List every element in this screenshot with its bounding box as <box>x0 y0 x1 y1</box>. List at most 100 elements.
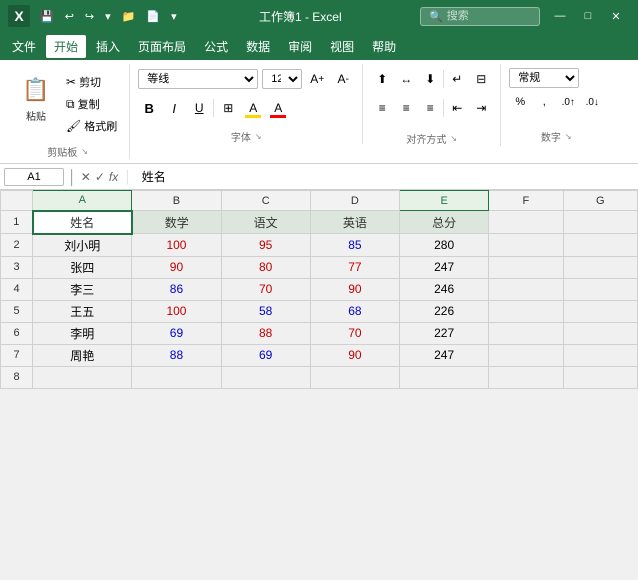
cut-button[interactable]: ✂ 剪切 <box>62 72 121 92</box>
close-button[interactable]: ✕ <box>602 5 630 27</box>
cell-E6[interactable]: 227 <box>400 322 489 344</box>
redo-button[interactable]: ↪ <box>81 8 98 25</box>
row-header-4[interactable]: 4 <box>1 278 33 300</box>
cell-C7[interactable]: 69 <box>221 344 310 366</box>
cell-F8[interactable] <box>489 366 563 388</box>
bold-button[interactable]: B <box>138 97 160 119</box>
col-header-C[interactable]: C <box>221 191 310 211</box>
cell-G4[interactable] <box>563 278 637 300</box>
cell-B6[interactable]: 69 <box>132 322 221 344</box>
cell-F3[interactable] <box>489 256 563 278</box>
more-button[interactable]: ▾ <box>101 8 115 25</box>
col-header-F[interactable]: F <box>489 191 563 211</box>
cell-G2[interactable] <box>563 234 637 257</box>
alignment-expand-icon[interactable]: ↘ <box>450 134 457 143</box>
paste-button[interactable]: 📋 粘贴 <box>14 68 58 127</box>
font-size-select[interactable]: 12 <box>262 69 302 89</box>
left-align-button[interactable]: ≡ <box>371 97 393 119</box>
indent-increase-button[interactable]: ⇥ <box>470 97 492 119</box>
middle-align-button[interactable]: ↔ <box>395 68 417 90</box>
cell-A4[interactable]: 李三 <box>33 278 132 300</box>
cell-F2[interactable] <box>489 234 563 257</box>
cell-A5[interactable]: 王五 <box>33 300 132 322</box>
cell-G7[interactable] <box>563 344 637 366</box>
menu-formula[interactable]: 公式 <box>196 35 236 58</box>
cell-E4[interactable]: 246 <box>400 278 489 300</box>
merge-button[interactable]: ⊟ <box>470 68 492 90</box>
cell-G8[interactable] <box>563 366 637 388</box>
maximize-button[interactable]: □ <box>574 5 602 27</box>
cancel-formula-icon[interactable]: ✕ <box>81 170 91 184</box>
formula-input[interactable] <box>138 168 634 186</box>
undo-button[interactable]: ↩ <box>61 8 78 25</box>
cell-A7[interactable]: 周艳 <box>33 344 132 366</box>
menu-review[interactable]: 审阅 <box>280 35 320 58</box>
cell-A2[interactable]: 刘小明 <box>33 234 132 257</box>
cell-B3[interactable]: 90 <box>132 256 221 278</box>
cell-G1[interactable] <box>563 211 637 234</box>
row-header-8[interactable]: 8 <box>1 366 33 388</box>
cell-A6[interactable]: 李明 <box>33 322 132 344</box>
cell-A1[interactable]: 姓名 <box>33 211 132 234</box>
cell-B8[interactable] <box>132 366 221 388</box>
increase-decimal-button[interactable]: .0↑ <box>557 91 579 113</box>
menu-page-layout[interactable]: 页面布局 <box>130 35 194 58</box>
border-button[interactable]: ⊞ <box>217 97 239 119</box>
col-header-E[interactable]: E <box>400 191 489 211</box>
cell-D7[interactable]: 90 <box>310 344 399 366</box>
cell-C8[interactable] <box>221 366 310 388</box>
number-expand-icon[interactable]: ↘ <box>565 132 572 141</box>
menu-home[interactable]: 开始 <box>46 35 86 58</box>
font-shrink-button[interactable]: A- <box>332 68 354 90</box>
minimize-button[interactable]: — <box>546 5 574 27</box>
confirm-formula-icon[interactable]: ✓ <box>95 170 105 184</box>
cell-E2[interactable]: 280 <box>400 234 489 257</box>
col-header-G[interactable]: G <box>563 191 637 211</box>
cell-A3[interactable]: 张四 <box>33 256 132 278</box>
indent-decrease-button[interactable]: ⇤ <box>446 97 468 119</box>
font-grow-button[interactable]: A+ <box>306 68 328 90</box>
cell-D8[interactable] <box>310 366 399 388</box>
cell-reference-input[interactable] <box>4 168 64 186</box>
save-button[interactable]: 💾 <box>36 8 58 25</box>
menu-help[interactable]: 帮助 <box>364 35 404 58</box>
top-align-button[interactable]: ⬆ <box>371 68 393 90</box>
search-box[interactable]: 🔍 <box>420 7 540 26</box>
wrap-text-button[interactable]: ↵ <box>446 68 468 90</box>
col-header-A[interactable]: A <box>33 191 132 211</box>
cell-C3[interactable]: 80 <box>221 256 310 278</box>
cell-D5[interactable]: 68 <box>310 300 399 322</box>
cell-C4[interactable]: 70 <box>221 278 310 300</box>
cell-B2[interactable]: 100 <box>132 234 221 257</box>
customize-button[interactable]: ▾ <box>167 8 181 25</box>
col-header-B[interactable]: B <box>132 191 221 211</box>
menu-insert[interactable]: 插入 <box>88 35 128 58</box>
col-header-D[interactable]: D <box>310 191 399 211</box>
cell-C1[interactable]: 语文 <box>221 211 310 234</box>
decrease-decimal-button[interactable]: .0↓ <box>581 91 603 113</box>
underline-button[interactable]: U <box>188 97 210 119</box>
row-header-7[interactable]: 7 <box>1 344 33 366</box>
percent-button[interactable]: % <box>509 91 531 113</box>
cell-C5[interactable]: 58 <box>221 300 310 322</box>
format-painter-button[interactable]: 🖌 格式刷 <box>62 116 121 136</box>
new-button[interactable]: 📄 <box>142 8 164 25</box>
clipboard-expand-icon[interactable]: ↘ <box>81 147 88 156</box>
cell-F4[interactable] <box>489 278 563 300</box>
cell-E5[interactable]: 226 <box>400 300 489 322</box>
insert-function-icon[interactable]: fx <box>109 170 118 184</box>
search-input[interactable] <box>447 10 537 22</box>
row-header-5[interactable]: 5 <box>1 300 33 322</box>
cell-E7[interactable]: 247 <box>400 344 489 366</box>
cell-F6[interactable] <box>489 322 563 344</box>
cell-F1[interactable] <box>489 211 563 234</box>
cell-F7[interactable] <box>489 344 563 366</box>
cell-C2[interactable]: 95 <box>221 234 310 257</box>
cell-G3[interactable] <box>563 256 637 278</box>
center-align-button[interactable]: ≡ <box>395 97 417 119</box>
comma-button[interactable]: , <box>533 91 555 113</box>
right-align-button[interactable]: ≡ <box>419 97 441 119</box>
italic-button[interactable]: I <box>163 97 185 119</box>
cell-G6[interactable] <box>563 322 637 344</box>
cell-C6[interactable]: 88 <box>221 322 310 344</box>
